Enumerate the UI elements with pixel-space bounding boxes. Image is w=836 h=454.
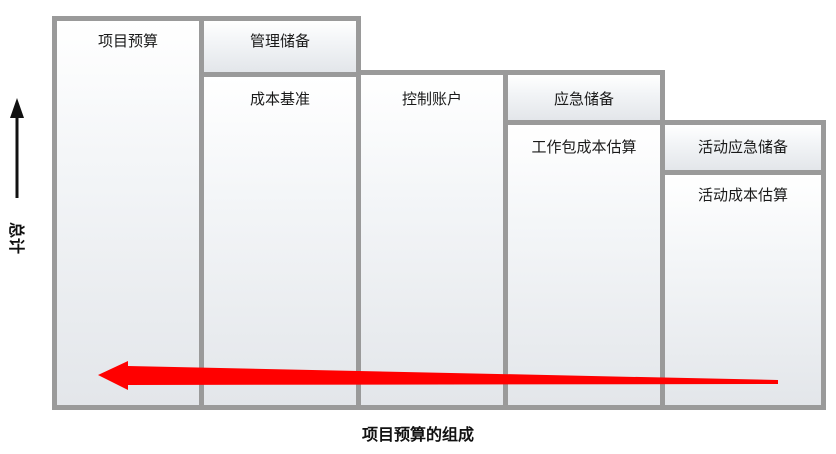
aggregation-arrow	[98, 361, 778, 390]
diagram-overlay	[10, 98, 778, 390]
x-axis-label: 项目预算的组成	[361, 425, 474, 444]
y-axis-arrow	[10, 98, 24, 198]
y-axis-label: 总计	[7, 221, 26, 254]
